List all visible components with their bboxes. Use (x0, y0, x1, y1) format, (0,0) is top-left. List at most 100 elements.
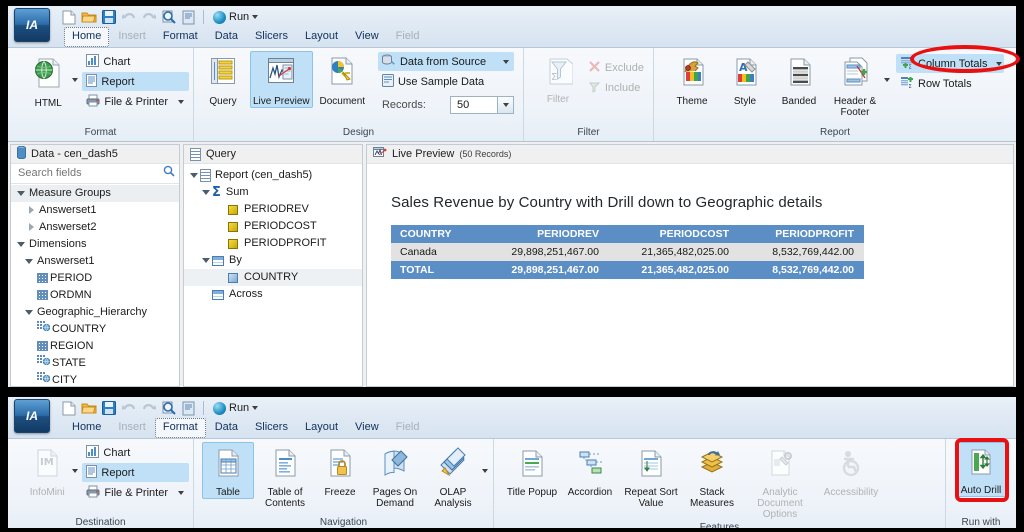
format-item-file-printer[interactable]: File & Printer (82, 92, 189, 111)
query-node-sum[interactable]: Σ Sum (184, 184, 362, 201)
query-node-by[interactable]: By (184, 252, 362, 269)
chevron-down-icon[interactable] (252, 406, 259, 410)
query-node-country[interactable]: COUNTRY (184, 269, 362, 286)
destination-item-report[interactable]: Report (82, 463, 189, 482)
design-item-data-from-source[interactable]: Data from Source (377, 52, 514, 71)
search-input[interactable] (16, 166, 163, 181)
tree-node-dimensions[interactable]: Dimensions (11, 236, 179, 253)
html-button[interactable]: HTML (26, 51, 70, 110)
table-column-header[interactable]: COUNTRY (391, 225, 479, 243)
expander-right-icon[interactable] (25, 206, 37, 215)
tree-node-city[interactable]: CITY (11, 371, 179, 386)
tree-node-answerset2-measures[interactable]: Answerset2 (11, 219, 179, 236)
records-combobox[interactable]: 50 (450, 95, 514, 114)
stack-measures-button[interactable]: Stack Measures (684, 442, 740, 510)
header-footer-button[interactable]: Header & Footer (828, 51, 882, 119)
pages-on-demand-button[interactable]: Pages On Demand (366, 442, 424, 510)
format-item-report[interactable]: Report (82, 72, 189, 91)
theme-button[interactable]: Theme (666, 51, 718, 108)
tab-home[interactable]: Home (64, 27, 110, 47)
tree-node-country[interactable]: COUNTRY (11, 320, 179, 338)
search-fields-row[interactable] (11, 163, 179, 184)
query-node-periodcost[interactable]: PERIODCOST (184, 218, 362, 235)
expander-right-icon[interactable] (25, 223, 37, 232)
style-button[interactable]: A Style (720, 51, 770, 108)
tree-node-state[interactable]: STATE (11, 354, 179, 372)
document-icon[interactable] (180, 9, 197, 26)
tree-node-answerset1-dim[interactable]: Answerset1 (11, 253, 179, 270)
expander-down-icon[interactable] (15, 190, 27, 196)
tab-format[interactable]: Format (154, 418, 206, 438)
expander-down-icon[interactable] (23, 309, 35, 315)
destination-item-file-printer[interactable]: File & Printer (82, 483, 189, 502)
table-column-header[interactable]: PERIODCOST (609, 225, 739, 243)
banded-button[interactable]: Banded (772, 51, 826, 108)
report-item-column-totals[interactable]: Σ Column Totals (896, 54, 1004, 73)
auto-drill-button[interactable]: Auto Drill (955, 442, 1007, 497)
tree-node-period[interactable]: PERIOD (11, 270, 179, 287)
title-popup-button[interactable]: Title Popup (504, 442, 560, 499)
header-footer-dropdown-arrow[interactable] (884, 51, 890, 109)
infomini-dropdown-arrow[interactable] (72, 442, 79, 500)
olap-analysis-dropdown-arrow[interactable] (482, 442, 488, 500)
data-source-dropdown-arrow[interactable] (502, 59, 509, 64)
save-icon[interactable] (100, 9, 117, 26)
tab-home[interactable]: Home (64, 418, 109, 438)
repeat-sort-value-button[interactable]: Repeat Sort Value (620, 442, 682, 510)
column-totals-dropdown-arrow[interactable] (995, 61, 1002, 66)
expander-down-icon[interactable] (200, 258, 212, 263)
tree-node-geographic-hierarchy[interactable]: Geographic_Hierarchy (11, 304, 179, 321)
tree-node-region[interactable]: REGION (11, 338, 179, 355)
tab-view[interactable]: View (347, 418, 387, 438)
table-cell[interactable]: 21,365,482,025.00 (609, 243, 739, 261)
accordion-button[interactable]: Accordion (562, 442, 618, 499)
table-of-contents-button[interactable]: Table of Contents (256, 442, 314, 510)
query-node-periodprofit[interactable]: PERIODPROFIT (184, 235, 362, 252)
live-preview-button[interactable]: Live Preview (250, 51, 313, 108)
tab-slicers[interactable]: Slicers (247, 418, 296, 438)
expander-down-icon[interactable] (23, 258, 35, 264)
tab-layout[interactable]: Layout (297, 27, 346, 47)
query-node-across[interactable]: Across (184, 286, 362, 303)
records-dropdown-arrow[interactable] (497, 96, 513, 113)
document-button[interactable]: Document (315, 51, 370, 108)
table-column-header[interactable]: PERIODPROFIT (739, 225, 864, 243)
tab-data[interactable]: Data (207, 418, 246, 438)
expander-down-icon[interactable] (15, 241, 27, 247)
html-dropdown-arrow[interactable] (72, 51, 79, 109)
new-icon[interactable] (60, 9, 77, 26)
tab-layout[interactable]: Layout (297, 418, 346, 438)
query-node-periodrev[interactable]: PERIODREV (184, 201, 362, 218)
run-button[interactable]: Run (210, 10, 261, 24)
olap-analysis-button[interactable]: OLAP Analysis (426, 442, 480, 510)
app-logo-icon[interactable]: IA (14, 399, 50, 433)
expander-down-icon[interactable] (188, 173, 200, 178)
file-printer-dropdown-arrow[interactable] (178, 490, 184, 495)
tab-view[interactable]: View (347, 27, 387, 47)
destination-item-chart[interactable]: Chart (82, 443, 189, 462)
app-logo-icon[interactable]: IA (14, 8, 50, 42)
design-item-use-sample-data[interactable]: Use Sample Data (378, 72, 519, 91)
file-printer-dropdown-arrow[interactable] (178, 99, 184, 104)
document-icon[interactable] (180, 400, 197, 417)
tree-node-answerset1-measures[interactable]: Answerset1 (11, 202, 179, 219)
expander-down-icon[interactable] (200, 190, 212, 195)
report-item-row-totals[interactable]: Σ Row Totals (896, 74, 1004, 93)
table-button[interactable]: Table (202, 442, 254, 499)
query-button[interactable]: Query (198, 51, 248, 108)
format-item-chart[interactable]: Chart (82, 52, 189, 71)
run-button[interactable]: Run (210, 401, 261, 415)
tab-data[interactable]: Data (207, 27, 246, 47)
new-icon[interactable] (60, 400, 77, 417)
search-icon[interactable] (163, 164, 175, 182)
open-icon[interactable] (80, 400, 97, 417)
save-icon[interactable] (100, 400, 117, 417)
open-icon[interactable] (80, 9, 97, 26)
chevron-down-icon[interactable] (252, 15, 259, 19)
table-column-header[interactable]: PERIODREV (479, 225, 609, 243)
table-cell[interactable]: 29,898,251,467.00 (479, 243, 609, 261)
tab-slicers[interactable]: Slicers (247, 27, 296, 47)
query-node-report[interactable]: Report (cen_dash5) (184, 167, 362, 184)
tree-node-measure-groups[interactable]: Measure Groups (11, 184, 179, 202)
freeze-button[interactable]: Freeze (316, 442, 364, 499)
